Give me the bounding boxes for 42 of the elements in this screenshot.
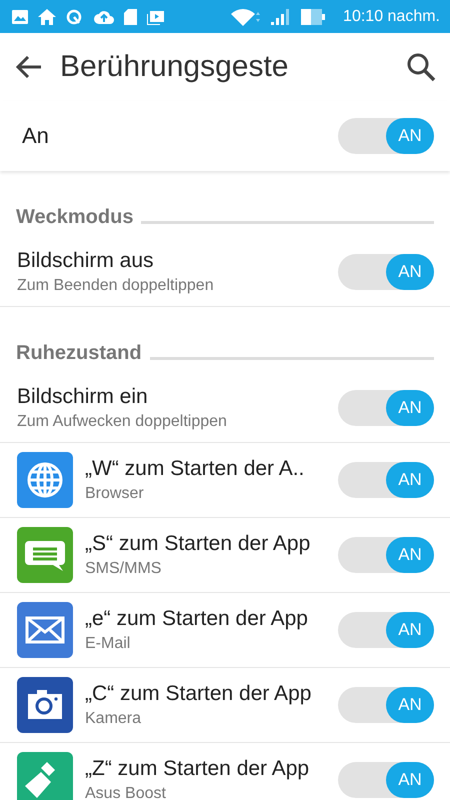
wifi-icon [231, 8, 262, 26]
gauge-icon [66, 8, 84, 24]
setting-title: „W“ zum Starten der A.. [85, 457, 306, 481]
setting-subtitle: Kamera [85, 710, 142, 728]
toggle-switch[interactable]: AN [338, 254, 434, 290]
setting-title: „S“ zum Starten der App [85, 532, 312, 556]
back-arrow-icon[interactable] [16, 56, 42, 78]
setting-subtitle: Asus Boost [85, 785, 167, 800]
setting-title: Bildschirm ein [17, 384, 149, 408]
camera-icon [17, 677, 73, 733]
cloud-upload-icon [94, 9, 114, 24]
envelope-icon [17, 602, 73, 658]
chat-bubble-icon [17, 527, 73, 583]
toggle-switch[interactable]: AN [338, 687, 434, 723]
signal-icon [271, 8, 292, 24]
toggle-switch[interactable]: AN [338, 390, 434, 426]
setting-subtitle: Zum Beenden doppeltippen [17, 276, 215, 294]
home-icon [38, 8, 56, 24]
master-label: An [22, 123, 50, 149]
toggle-switch[interactable]: AN [338, 612, 434, 648]
toggle-switch[interactable]: AN [338, 537, 434, 573]
page-title: Berührungsgeste [60, 50, 290, 84]
toggle-switch[interactable]: AN [338, 462, 434, 498]
battery-icon [301, 8, 326, 24]
toggle-switch[interactable]: AN [338, 762, 434, 798]
setting-subtitle: E-Mail [85, 635, 132, 653]
section-title: Ruhezustand [16, 342, 142, 365]
setting-title: „C“ zum Starten der App [85, 682, 312, 706]
setting-subtitle: Browser [85, 485, 145, 503]
setting-title: „e“ zum Starten der App [85, 607, 309, 631]
sd-card-icon [124, 8, 137, 24]
globe-icon [17, 452, 73, 508]
search-icon[interactable] [406, 52, 436, 82]
setting-subtitle: Zum Aufwecken doppeltippen [17, 412, 228, 430]
section-title: Weckmodus [16, 206, 134, 229]
setting-title: „Z“ zum Starten der App [85, 757, 310, 781]
clock-time: 10:10 nachm. [343, 8, 440, 26]
photo-stack-icon [147, 8, 164, 24]
setting-subtitle: SMS/MMS [85, 560, 162, 578]
setting-title: Bildschirm aus [17, 248, 155, 272]
toggle-switch[interactable]: AN [338, 118, 434, 154]
image-icon [12, 10, 28, 24]
